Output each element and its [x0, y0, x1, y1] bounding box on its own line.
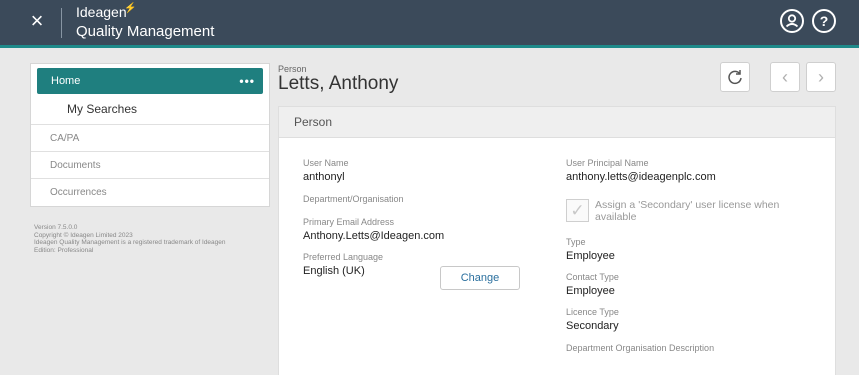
brand-product: Quality Management [76, 23, 215, 40]
top-bar: × Ideagen ⚡ Quality Management ? [0, 0, 859, 45]
copyright-text: Copyright © Ideagen Limited 2023 [34, 231, 133, 239]
header-accent-line [0, 45, 859, 48]
sidebar-item-occurrences[interactable]: Occurrences [31, 179, 269, 206]
sidebar-item-documents[interactable]: Documents [31, 152, 269, 179]
contact-type-label: Contact Type [566, 272, 619, 282]
brand-spark-icon: ⚡ [124, 3, 137, 14]
panel-header: Person [279, 107, 835, 138]
trademark-text: Ideagen Quality Management is a register… [34, 239, 226, 246]
version-text: Version 7.5.0.0 [34, 224, 78, 231]
sidebar-item-my-searches[interactable]: My Searches [31, 94, 269, 125]
secondary-license-checkbox[interactable]: ✓ [566, 199, 589, 222]
email-label: Primary Email Address [303, 217, 395, 227]
page-title: Letts, Anthony [278, 73, 399, 94]
licence-type-label: Licence Type [566, 307, 619, 317]
user-name-label: User Name [303, 158, 349, 168]
chevron-left-icon: ‹ [782, 67, 788, 87]
checkmark-icon: ✓ [570, 201, 585, 220]
help-icon[interactable]: ? [812, 9, 836, 33]
language-label: Preferred Language [303, 252, 384, 262]
change-language-button[interactable]: Change [440, 266, 520, 290]
sidebar: Home ••• My Searches CA/PA Documents Occ… [30, 63, 270, 207]
email-value: Anthony.Letts@Ideagen.com [303, 230, 445, 242]
type-label: Type [566, 237, 586, 247]
sidebar-item-capa[interactable]: CA/PA [31, 125, 269, 152]
edition-text: Edition: Professional [34, 246, 94, 254]
brand-name: Ideagen ⚡ [76, 3, 137, 21]
type-value: Employee [566, 250, 615, 262]
chevron-right-icon: › [818, 67, 824, 87]
refresh-icon [728, 70, 742, 85]
contact-type-value: Employee [566, 285, 615, 297]
department-label: Department/Organisation [303, 194, 404, 204]
header-divider [61, 8, 62, 38]
language-value: English (UK) [303, 265, 365, 277]
secondary-license-label: Assign a 'Secondary' user license when a… [595, 199, 780, 223]
brand-logo: Ideagen ⚡ Quality Management [76, 3, 215, 42]
next-button[interactable]: › [806, 62, 836, 92]
more-options-icon[interactable]: ••• [239, 68, 255, 94]
sidebar-item-home[interactable]: Home ••• [37, 68, 263, 94]
person-panel: Person User Name anthonyl Department/Org… [278, 106, 836, 375]
upn-label: User Principal Name [566, 158, 649, 168]
user-icon-glyph [785, 14, 799, 28]
licence-type-value: Secondary [566, 320, 619, 332]
user-name-value: anthonyl [303, 171, 345, 183]
user-icon[interactable] [780, 9, 804, 33]
previous-button[interactable]: ‹ [770, 62, 800, 92]
dept-org-description-label: Department Organisation Description [566, 343, 715, 353]
upn-value: anthony.letts@ideagenplc.com [566, 171, 716, 183]
sidebar-item-label: Home [51, 75, 81, 87]
version-info: Version 7.5.0.0 Copyright © Ideagen Limi… [34, 224, 274, 254]
refresh-button[interactable] [720, 62, 750, 92]
close-icon[interactable]: × [26, 10, 48, 32]
